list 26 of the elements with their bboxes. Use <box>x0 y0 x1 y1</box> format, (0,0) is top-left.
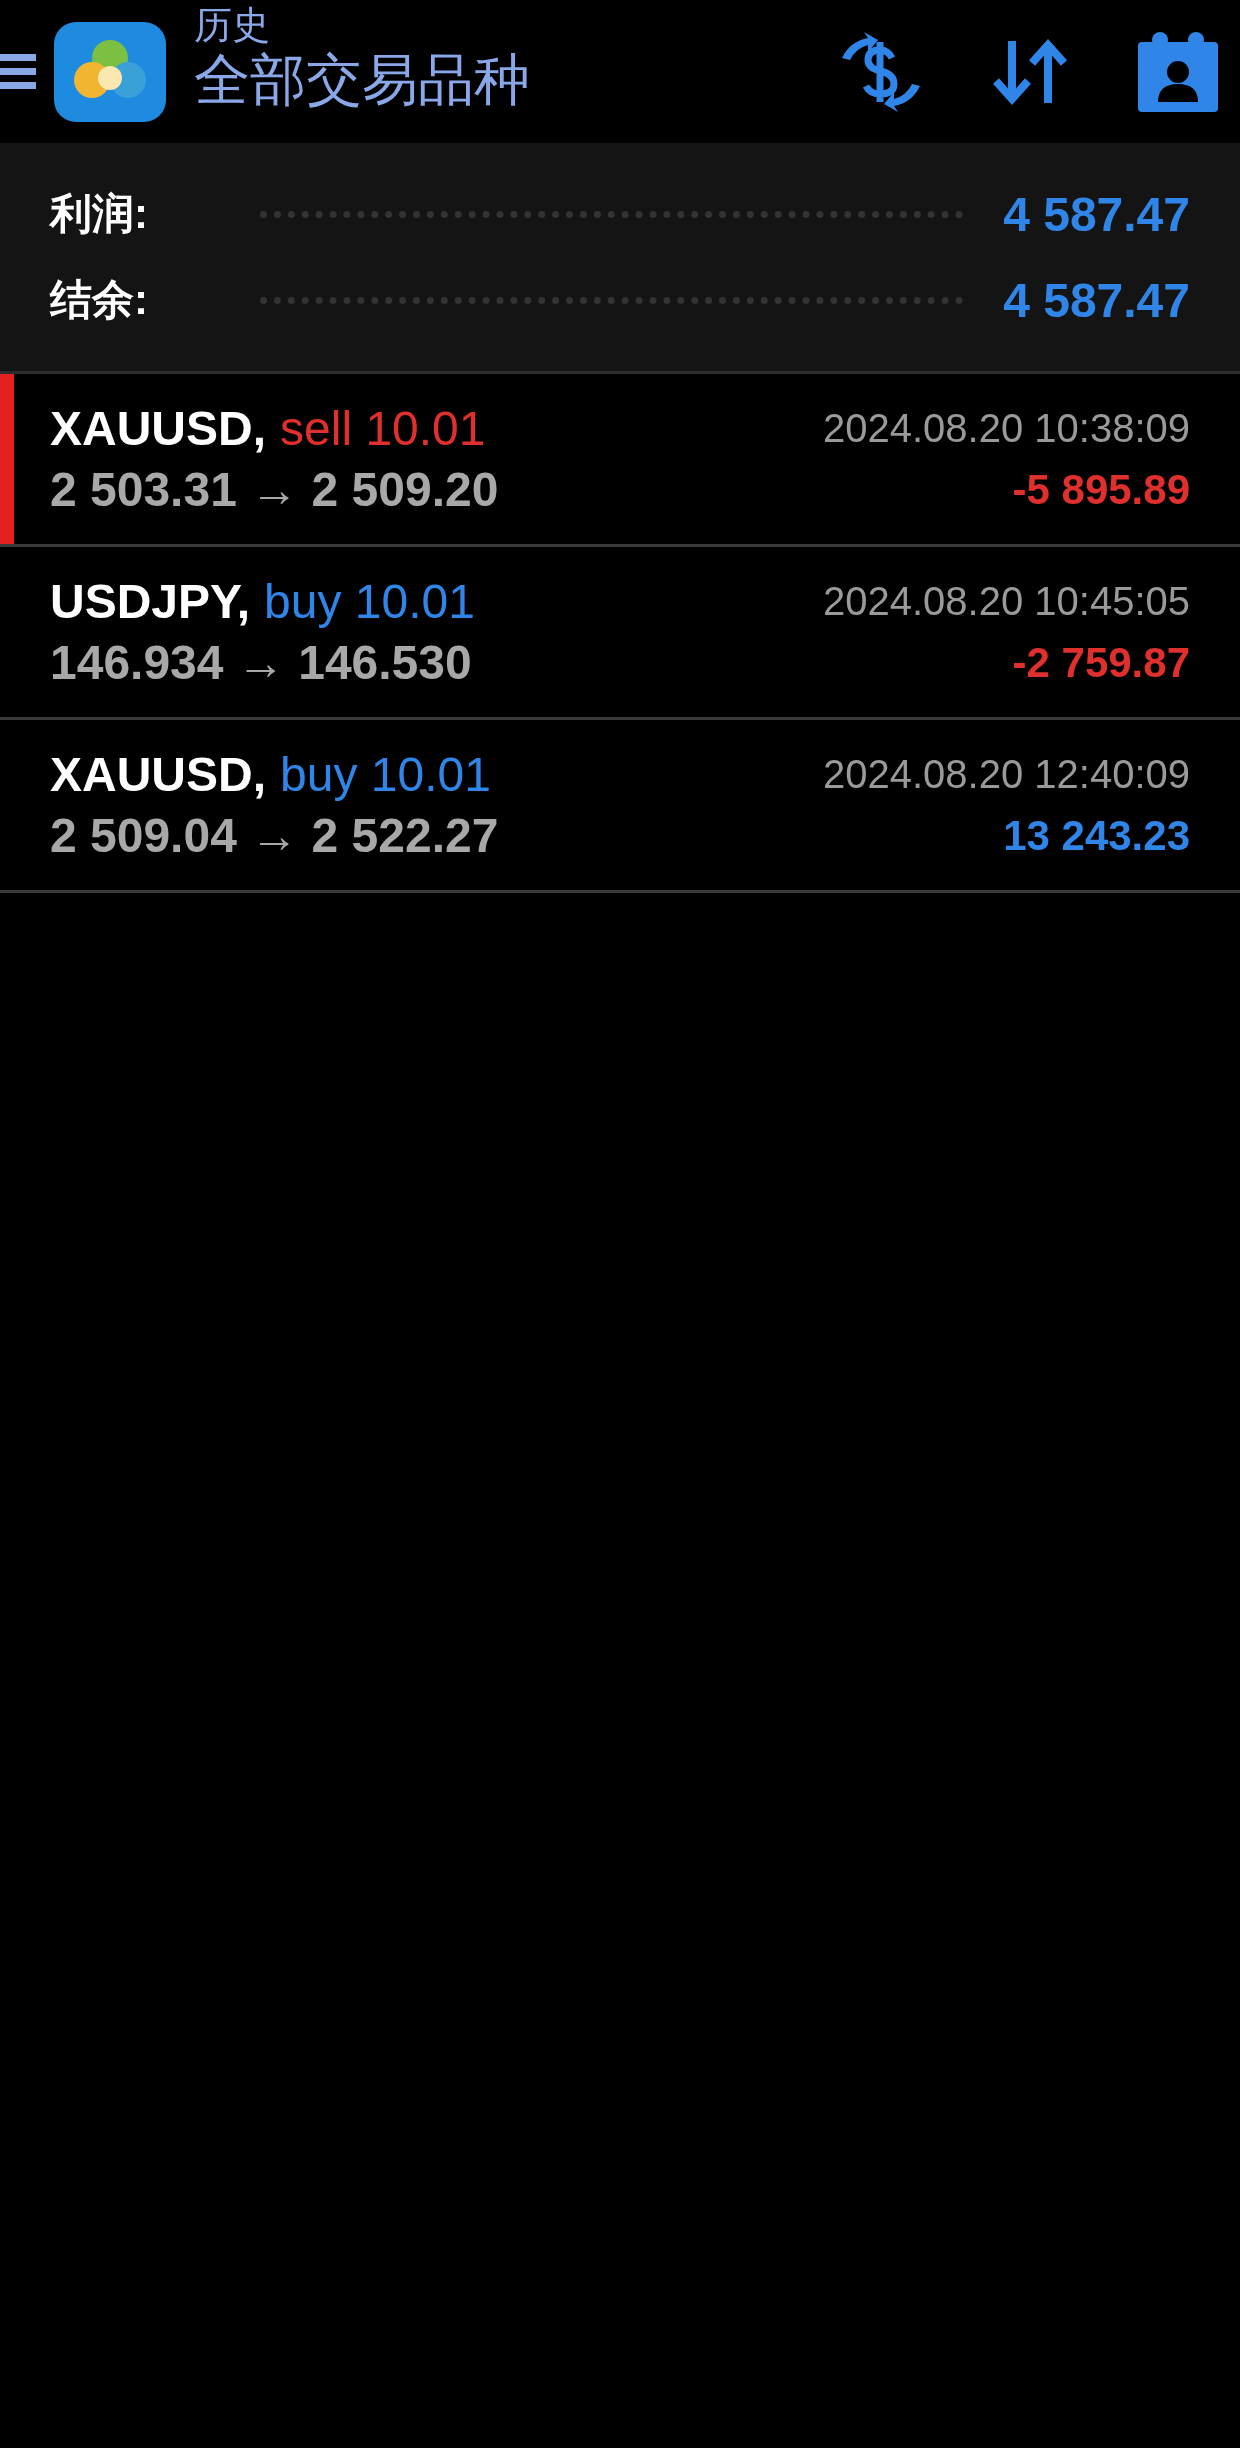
page-subtitle: 历史 <box>194 7 271 42</box>
trade-volume: buy 10.01 <box>264 574 475 629</box>
trade-symbol: XAUUSD, <box>50 401 267 456</box>
trade-symbol: USDJPY, <box>50 574 251 629</box>
contact-calendar-icon[interactable] <box>1136 29 1220 114</box>
trade-time: 2024.08.20 12:40:09 <box>823 751 1190 798</box>
trade-prices: 146.934 → 146.530 <box>50 635 472 690</box>
app-logo-icon <box>54 21 166 122</box>
trade-row[interactable]: XAUUSD, sell 10.01 2 503.31 → 2 509.20 2024.08.20 10:38:09 -5 895.89 <box>0 374 1240 547</box>
trade-prices: 2 503.31 → 2 509.20 <box>50 462 499 517</box>
trade-volume: sell 10.01 <box>280 401 486 456</box>
summary-label: 结余: <box>50 275 149 325</box>
trade-symbol: XAUUSD, <box>50 747 267 802</box>
trade-row[interactable]: XAUUSD, buy 10.01 2 509.04 → 2 522.27 2024.08.20 12:40:09 13 243.23 <box>0 720 1240 893</box>
summary-value: 4 587.47 <box>1003 272 1190 328</box>
trade-profit: 13 243.23 <box>1003 811 1190 861</box>
trade-profit: -2 759.87 <box>1012 638 1190 688</box>
trade-prices: 2 509.04 → 2 522.27 <box>50 808 499 863</box>
trade-profit: -5 895.89 <box>1012 465 1190 515</box>
trade-row[interactable]: USDJPY, buy 10.01 146.934 → 146.530 2024.08.20 10:45:05 -2 759.87 <box>0 547 1240 720</box>
trade-volume: buy 10.01 <box>280 747 491 802</box>
summary-label: 利润: <box>50 189 149 239</box>
trade-time: 2024.08.20 10:45:05 <box>823 578 1190 625</box>
page-title: 全部交易品种 <box>194 46 531 113</box>
trade-time: 2024.08.20 10:38:09 <box>823 405 1190 452</box>
summary-value: 4 587.47 <box>1003 186 1190 242</box>
